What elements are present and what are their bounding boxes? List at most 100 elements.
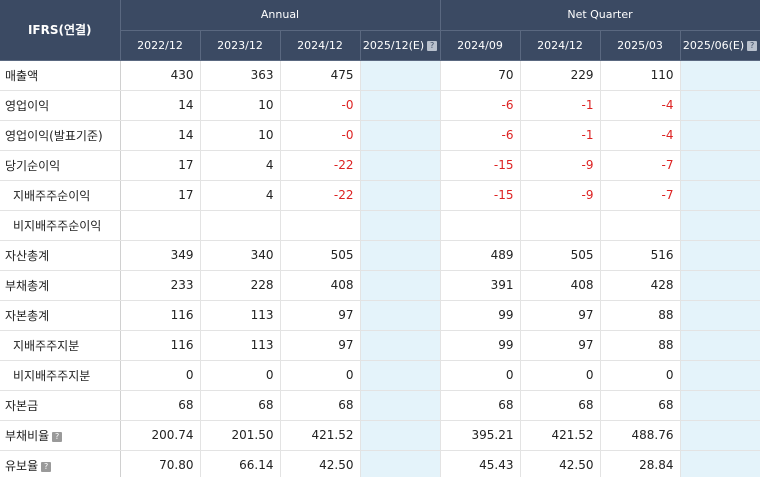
value-cell: 97 — [520, 330, 601, 361]
period-header: 2024/12 — [520, 30, 601, 61]
value-cell: 42.50 — [280, 450, 361, 477]
help-icon[interactable]: ? — [427, 40, 438, 51]
financial-summary-table: IFRS(연결) Annual Net Quarter 2022/12 2023… — [0, 0, 760, 477]
period-header: 2024/09 — [440, 30, 521, 61]
value-cell — [680, 330, 760, 361]
help-icon[interactable]: ? — [52, 431, 63, 442]
value-cell: 349 — [120, 240, 201, 271]
value-cell: 0 — [120, 360, 201, 391]
table-row: 자본총계 116 113 97 99 97 88 — [0, 300, 760, 331]
value-cell: 42.50 — [520, 450, 601, 477]
value-cell: -22 — [280, 150, 361, 181]
row-label-text: 영업이익 — [5, 98, 50, 113]
table-row: 비지배주주지분 0 0 0 0 0 0 — [0, 360, 760, 391]
value-cell — [360, 60, 441, 91]
row-label: 영업이익(발표기준) — [0, 120, 121, 151]
ifrs-basis-header: IFRS(연결) — [0, 0, 121, 61]
row-label: 자산총계 — [0, 240, 121, 271]
row-label-text: 매출액 — [5, 68, 39, 83]
table-row: 비지배주주순이익 — [0, 210, 760, 241]
value-cell: -6 — [440, 90, 521, 121]
value-cell: 428 — [600, 270, 681, 301]
value-cell: 201.50 — [200, 420, 281, 451]
row-label: 매출액 — [0, 60, 121, 91]
row-label-text: 부채총계 — [5, 278, 50, 293]
value-cell — [680, 90, 760, 121]
value-cell: 4 — [200, 180, 281, 211]
value-cell: 516 — [600, 240, 681, 271]
row-label-text: 자본금 — [5, 398, 39, 413]
value-cell: 88 — [600, 330, 681, 361]
value-cell — [680, 240, 760, 271]
value-cell: 70.80 — [120, 450, 201, 477]
value-cell — [520, 210, 601, 241]
value-cell — [120, 210, 201, 241]
row-label: 지배주주지분 — [0, 330, 121, 361]
table-row: 부채비율? 200.74 201.50 421.52 395.21 421.52 488.7… — [0, 420, 760, 451]
row-label-text: 유보율 — [5, 458, 39, 473]
period-header: 2023/12 — [200, 30, 281, 61]
table-row: 유보율? 70.80 66.14 42.50 45.43 42.50 28.84 — [0, 450, 760, 477]
row-label-text: 지배주주순이익 — [13, 188, 91, 203]
value-cell: 228 — [200, 270, 281, 301]
value-cell: 488.76 — [600, 420, 681, 451]
value-cell: 68 — [600, 390, 681, 421]
row-label: 지배주주순이익 — [0, 180, 121, 211]
value-cell: 489 — [440, 240, 521, 271]
value-cell: 233 — [120, 270, 201, 301]
row-label: 당기순이익 — [0, 150, 121, 181]
value-cell: 70 — [440, 60, 521, 91]
value-cell: 68 — [280, 390, 361, 421]
row-label: 비지배주주순이익 — [0, 210, 121, 241]
value-cell — [680, 180, 760, 211]
table-row: 지배주주지분 116 113 97 99 97 88 — [0, 330, 760, 361]
row-label-text: 부채비율 — [5, 428, 50, 443]
table-row: 영업이익 14 10 -0 -6 -1 -4 — [0, 90, 760, 121]
row-label: 자본총계 — [0, 300, 121, 331]
value-cell: -0 — [280, 120, 361, 151]
value-cell — [360, 390, 441, 421]
value-cell: 97 — [520, 300, 601, 331]
value-cell — [360, 450, 441, 477]
value-cell: 229 — [520, 60, 601, 91]
value-cell — [600, 210, 681, 241]
annual-group-header: Annual — [120, 0, 441, 31]
value-cell — [680, 390, 760, 421]
table-row: 부채총계 233 228 408 391 408 428 — [0, 270, 760, 301]
value-cell: 68 — [440, 390, 521, 421]
value-cell — [680, 300, 760, 331]
value-cell: 68 — [520, 390, 601, 421]
value-cell: 200.74 — [120, 420, 201, 451]
value-cell: -6 — [440, 120, 521, 151]
help-icon[interactable]: ? — [747, 40, 758, 51]
value-cell: 505 — [520, 240, 601, 271]
value-cell — [360, 120, 441, 151]
value-cell: 475 — [280, 60, 361, 91]
row-label-text: 지배주주지분 — [13, 338, 80, 353]
value-cell: 10 — [200, 120, 281, 151]
value-cell — [360, 300, 441, 331]
row-label: 유보율? — [0, 450, 121, 477]
value-cell: -0 — [280, 90, 361, 121]
table-row: 지배주주순이익 17 4 -22 -15 -9 -7 — [0, 180, 760, 211]
value-cell: -7 — [600, 180, 681, 211]
value-cell — [200, 210, 281, 241]
value-cell: 421.52 — [520, 420, 601, 451]
row-label: 자본금 — [0, 390, 121, 421]
value-cell — [360, 330, 441, 361]
table-row: 영업이익(발표기준) 14 10 -0 -6 -1 -4 — [0, 120, 760, 151]
value-cell: 99 — [440, 330, 521, 361]
value-cell: 17 — [120, 150, 201, 181]
value-cell: 14 — [120, 120, 201, 151]
value-cell: -15 — [440, 150, 521, 181]
row-label: 부채총계 — [0, 270, 121, 301]
period-header-estimate: 2025/12(E)? — [360, 30, 441, 61]
period-header: 2022/12 — [120, 30, 201, 61]
value-cell: 505 — [280, 240, 361, 271]
period-header-estimate: 2025/06(E)? — [680, 30, 760, 61]
value-cell: -1 — [520, 120, 601, 151]
value-cell — [360, 180, 441, 211]
help-icon[interactable]: ? — [41, 461, 52, 472]
net-quarter-group-header: Net Quarter — [440, 0, 760, 31]
row-label: 부채비율? — [0, 420, 121, 451]
